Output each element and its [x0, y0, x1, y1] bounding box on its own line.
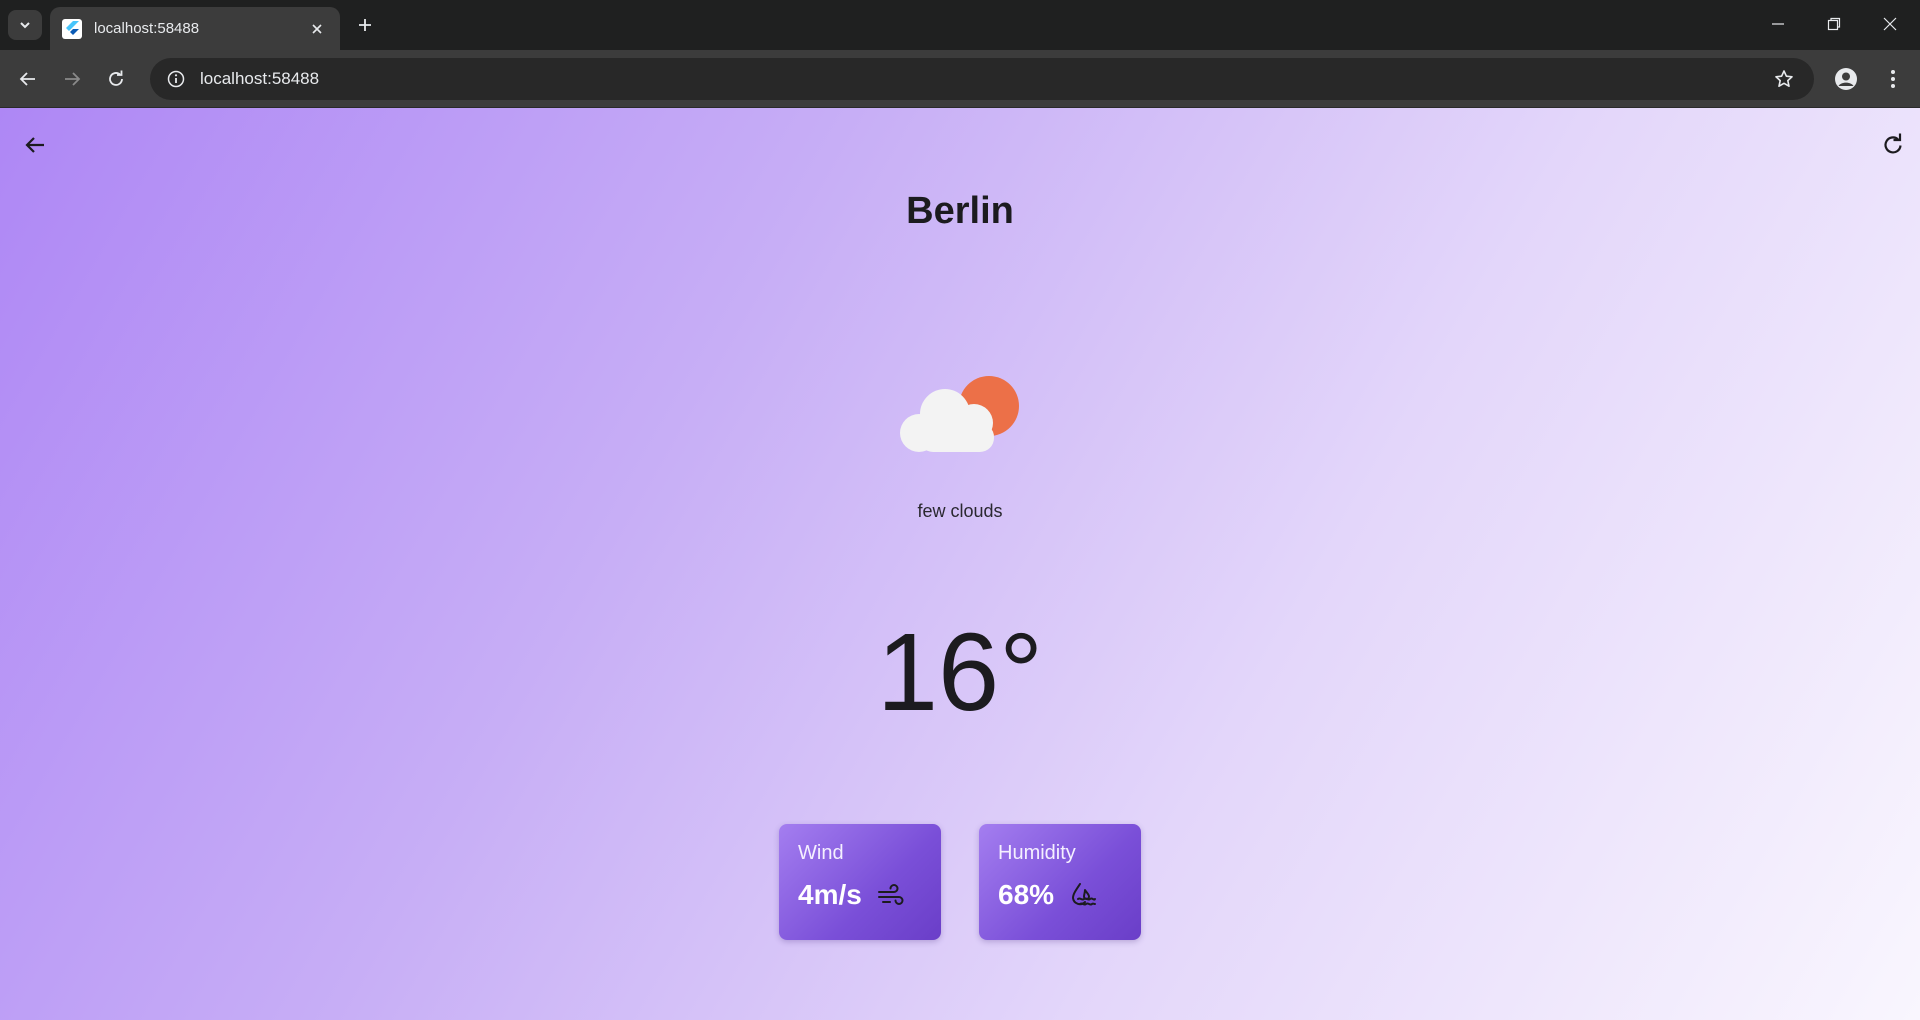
close-icon — [312, 23, 322, 34]
tab-title: localhost:58488 — [94, 20, 200, 37]
close-icon — [1883, 17, 1897, 31]
chevron-down-icon — [20, 22, 30, 29]
city-name: Berlin — [906, 190, 1014, 232]
arrow-right-icon — [65, 72, 81, 86]
wind-label: Wind — [798, 842, 844, 864]
arrow-left-icon — [25, 137, 44, 153]
browser-tabstrip: localhost:58488 — [0, 0, 1920, 50]
plus-icon — [359, 19, 371, 31]
restore-icon — [1827, 17, 1841, 31]
forward-nav-button[interactable] — [56, 63, 88, 95]
refresh-icon — [1884, 133, 1902, 154]
minimize-button[interactable] — [1758, 8, 1798, 40]
humidity-label: Humidity — [998, 842, 1076, 864]
humidity-card: Humidity 68% — [979, 824, 1141, 940]
browser-tab[interactable]: localhost:58488 — [50, 7, 340, 50]
bookmark-star-icon[interactable] — [1770, 65, 1798, 93]
kebab-menu-icon — [1891, 70, 1895, 88]
close-window-button[interactable] — [1870, 8, 1910, 40]
humidity-icon — [1068, 880, 1098, 910]
sun-behind-cloud-icon — [900, 376, 1019, 452]
refresh-button[interactable] — [1876, 128, 1910, 162]
flutter-icon — [62, 18, 82, 39]
back-button[interactable] — [18, 128, 52, 162]
browser-toolbar: localhost:58488 — [0, 50, 1920, 108]
wind-icon — [876, 880, 906, 910]
reload-icon — [109, 70, 123, 86]
address-bar[interactable]: localhost:58488 — [150, 58, 1814, 100]
new-tab-button[interactable] — [352, 12, 378, 38]
wind-value: 4m/s — [798, 879, 862, 910]
wind-card: Wind 4m/s — [779, 824, 941, 940]
restore-button[interactable] — [1814, 8, 1854, 40]
minimize-icon — [1772, 23, 1784, 25]
menu-button[interactable] — [1877, 63, 1909, 95]
profile-button[interactable] — [1830, 63, 1862, 95]
temperature: 16° — [876, 611, 1044, 734]
tab-close-button[interactable] — [306, 18, 328, 40]
reload-button[interactable] — [100, 63, 132, 95]
weather-page: Berlin few clouds 16° Wind 4m/s Humidity — [0, 108, 1920, 1020]
url-text[interactable]: localhost:58488 — [200, 69, 1770, 89]
tab-search-button[interactable] — [8, 10, 42, 40]
weather-description: few clouds — [917, 501, 1003, 521]
profile-icon — [1835, 68, 1857, 90]
info-icon[interactable] — [166, 69, 186, 89]
humidity-value: 68% — [998, 879, 1055, 910]
back-nav-button[interactable] — [12, 63, 44, 95]
arrow-left-icon — [19, 72, 35, 86]
